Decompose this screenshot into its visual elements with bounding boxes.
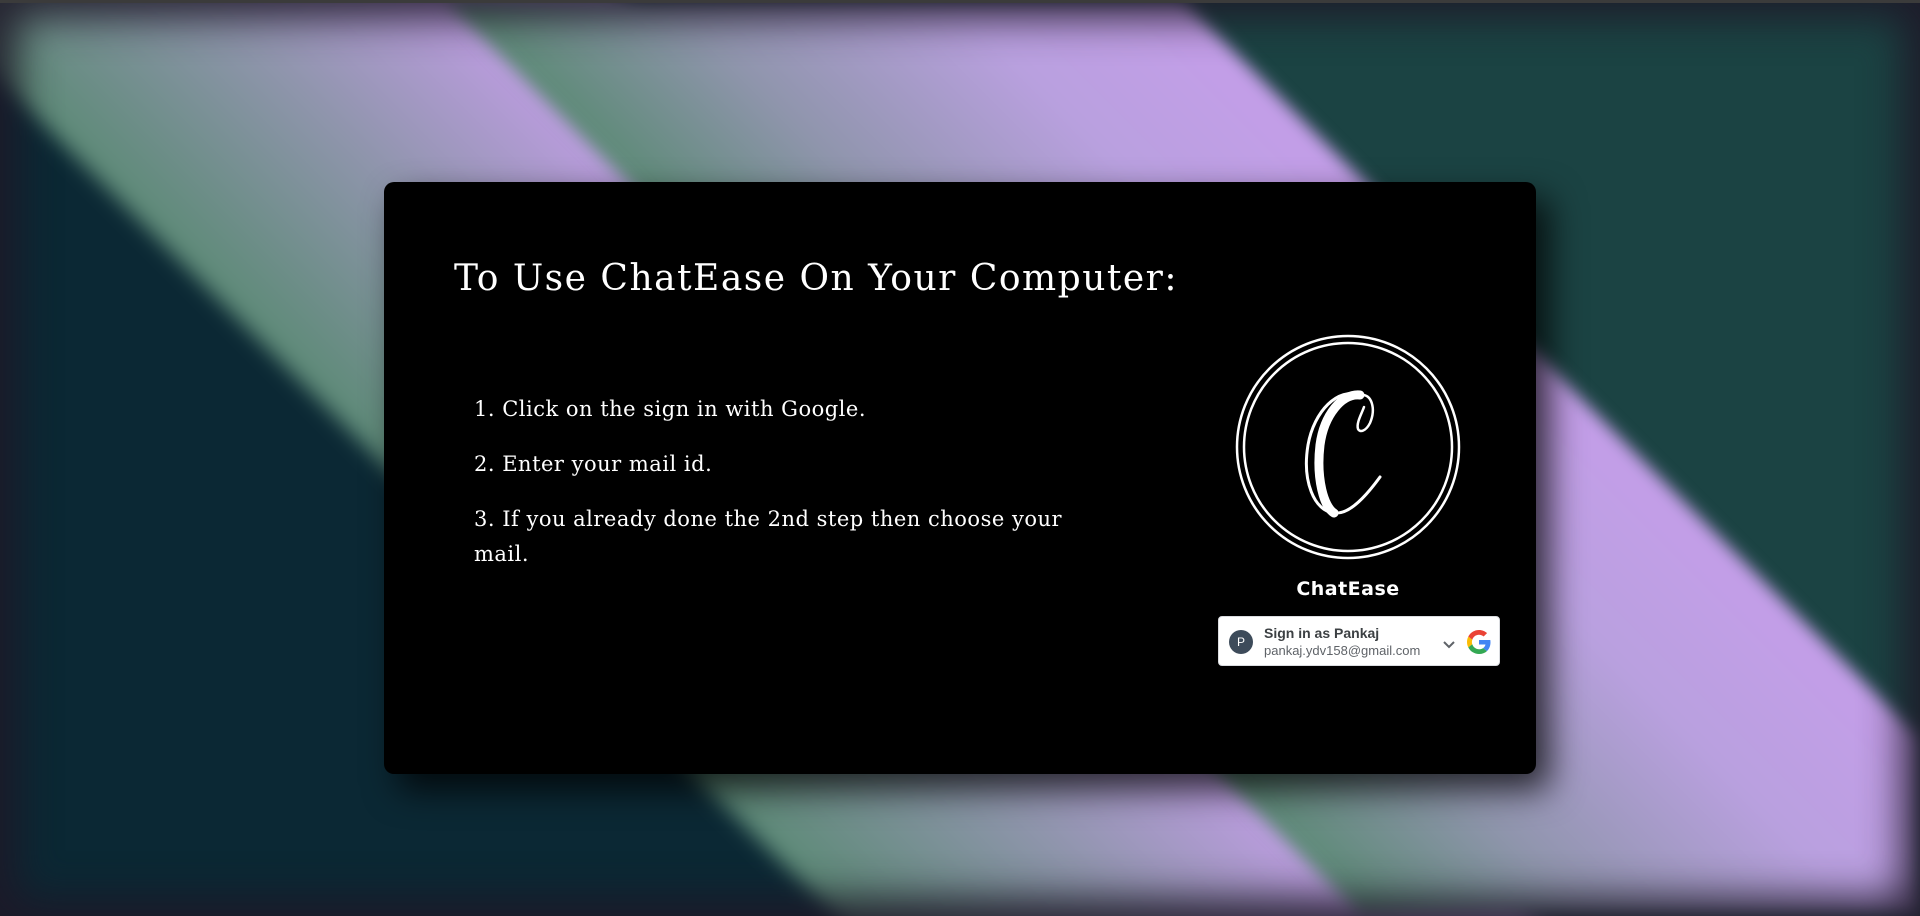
instructions-card: To Use ChatEase On Your Computer: 1. Cli…	[384, 182, 1536, 774]
step-2: 2. Enter your mail id.	[474, 452, 713, 476]
step-1: 1. Click on the sign in with Google.	[474, 397, 866, 421]
google-signin-button[interactable]: P Sign in as Pankaj pankaj.ydv158@gmail.…	[1218, 616, 1500, 666]
google-g-icon	[1467, 630, 1491, 654]
signin-email: pankaj.ydv158@gmail.com	[1264, 643, 1421, 658]
chatease-logo-icon	[1235, 334, 1461, 560]
signin-title: Sign in as Pankaj	[1264, 625, 1380, 641]
chevron-down-icon[interactable]	[1443, 641, 1455, 649]
avatar: P	[1229, 630, 1253, 654]
step-3: 3. If you already done the 2nd step then…	[474, 507, 1063, 566]
page-title: To Use ChatEase On Your Computer:	[454, 258, 1179, 299]
steps-list: 1. Click on the sign in with Google. 2. …	[474, 392, 1114, 592]
page: To Use ChatEase On Your Computer: 1. Cli…	[0, 0, 1920, 916]
window-top-border	[0, 0, 1920, 3]
brand-name: ChatEase	[1296, 578, 1400, 600]
